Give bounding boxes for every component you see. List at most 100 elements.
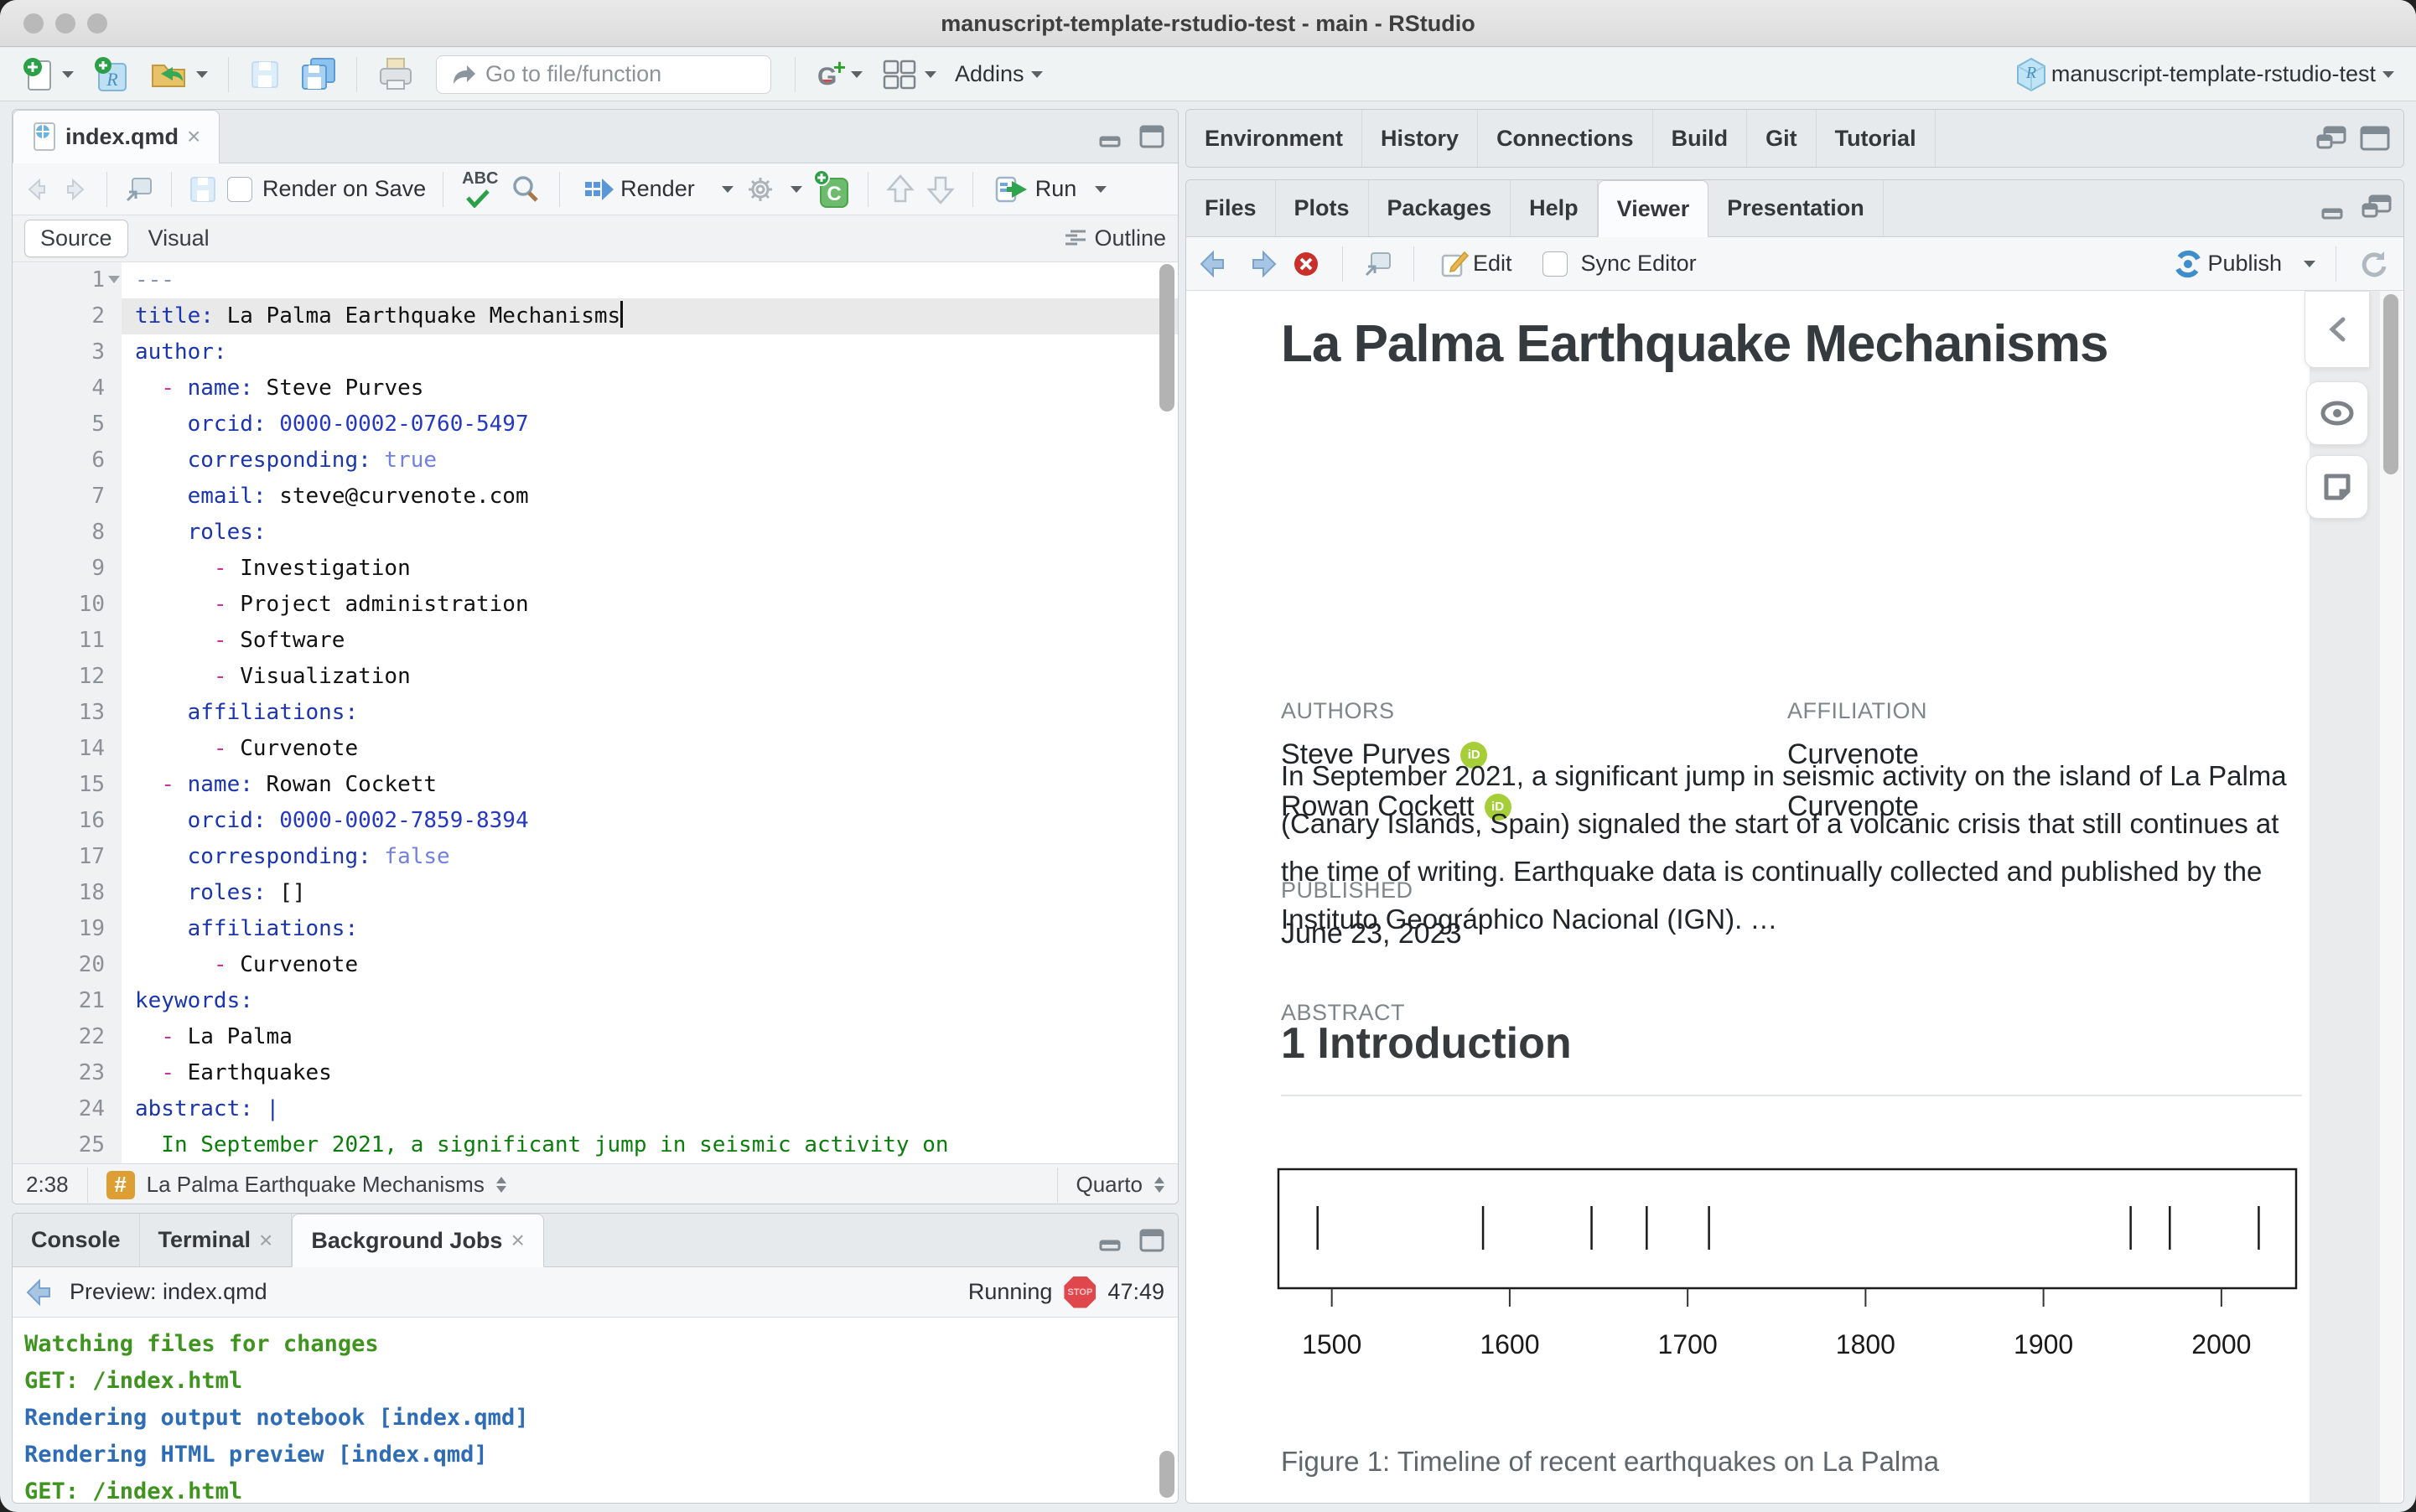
line-number[interactable]: 19 xyxy=(13,911,122,947)
render-button[interactable]: Render xyxy=(577,172,700,207)
section-selector-icon[interactable] xyxy=(496,1177,506,1193)
visual-mode-button[interactable]: Visual xyxy=(133,220,225,256)
open-file-button[interactable] xyxy=(144,54,213,96)
new-project-button[interactable]: R xyxy=(87,52,136,97)
settings-gear-icon[interactable] xyxy=(744,173,777,206)
editor-line[interactable]: 24abstract: | xyxy=(13,1091,1178,1127)
tab-connections[interactable]: Connections xyxy=(1478,110,1653,167)
editor-line[interactable]: 19 affiliations: xyxy=(13,911,1178,947)
editor-line[interactable]: 9 - Investigation xyxy=(13,551,1178,587)
viewer-forward-icon[interactable] xyxy=(1245,249,1277,279)
save-button[interactable] xyxy=(244,55,286,94)
tab-git[interactable]: Git xyxy=(1747,110,1817,167)
editor-line[interactable]: 20 - Curvenote xyxy=(13,947,1178,983)
editor-line[interactable]: 25 In September 2021, a significant jump… xyxy=(13,1127,1178,1163)
tab-tutorial[interactable]: Tutorial xyxy=(1817,110,1936,167)
tab-history[interactable]: History xyxy=(1362,110,1478,167)
editor-line[interactable]: 3author: xyxy=(13,334,1178,370)
version-control-button[interactable]: + − G xyxy=(811,54,868,95)
close-tab-icon[interactable]: × xyxy=(511,1227,524,1254)
line-number[interactable]: 2 xyxy=(13,298,122,334)
editor-line[interactable]: 21keywords: xyxy=(13,983,1178,1019)
viewer-scrollbar-thumb[interactable] xyxy=(2383,294,2398,474)
line-number[interactable]: 24 xyxy=(13,1091,122,1127)
restore-pane-icon[interactable] xyxy=(2316,124,2348,153)
close-tab-icon[interactable]: × xyxy=(187,123,200,150)
print-button[interactable] xyxy=(372,54,419,96)
line-number[interactable]: 18 xyxy=(13,875,122,911)
render-caret-icon[interactable] xyxy=(722,186,734,193)
editor-line[interactable]: 16 orcid: 0000-0002-7859-8394 xyxy=(13,803,1178,839)
publish-button[interactable]: Publish xyxy=(2167,245,2287,283)
workspace-panes-button[interactable] xyxy=(876,54,941,95)
find-icon[interactable] xyxy=(509,173,542,206)
section-breadcrumb[interactable]: La Palma Earthquake Mechanisms xyxy=(147,1172,485,1198)
line-number[interactable]: 15 xyxy=(13,767,122,803)
viewer-back-icon[interactable] xyxy=(1200,249,1231,279)
clear-viewer-icon[interactable] xyxy=(1290,248,1322,280)
minimize-pane-icon[interactable] xyxy=(1099,1228,1128,1253)
publish-caret-icon[interactable] xyxy=(2304,261,2315,267)
line-number[interactable]: 1 xyxy=(13,262,122,298)
save-all-button[interactable] xyxy=(294,54,341,96)
line-number[interactable]: 13 xyxy=(13,695,122,731)
editor-line[interactable]: 23 - Earthquakes xyxy=(13,1055,1178,1091)
line-number[interactable]: 12 xyxy=(13,659,122,695)
console-scrollbar-thumb[interactable] xyxy=(1159,1451,1174,1498)
stop-job-icon[interactable]: STOP xyxy=(1064,1276,1096,1308)
code-editor[interactable]: 1---2title: La Palma Earthquake Mechanis… xyxy=(13,262,1178,1163)
editor-line[interactable]: 22 - La Palma xyxy=(13,1019,1178,1055)
file-type-selector-icon[interactable] xyxy=(1154,1177,1164,1193)
tab-background-jobs[interactable]: Background Jobs× xyxy=(292,1214,543,1267)
back-to-jobs-icon[interactable] xyxy=(26,1277,58,1307)
editor-line[interactable]: 18 roles: [] xyxy=(13,875,1178,911)
notes-button[interactable] xyxy=(2306,455,2368,519)
maximize-pane-icon[interactable] xyxy=(2358,124,2392,153)
spellcheck-button[interactable]: ABC xyxy=(460,171,499,208)
render-on-save-checkbox[interactable] xyxy=(227,177,252,202)
sync-editor-checkbox[interactable] xyxy=(1542,251,1568,277)
insert-chunk-button[interactable]: C xyxy=(812,170,851,209)
refresh-icon[interactable] xyxy=(2356,247,2390,281)
source-mode-button[interactable]: Source xyxy=(24,220,128,257)
line-number[interactable]: 8 xyxy=(13,515,122,551)
tab-index-qmd[interactable]: index.qmd × xyxy=(13,110,220,163)
line-number[interactable]: 5 xyxy=(13,406,122,443)
back-icon[interactable] xyxy=(23,175,51,204)
viewer-popout-icon[interactable] xyxy=(1363,250,1393,278)
editor-line[interactable]: 8 roles: xyxy=(13,515,1178,551)
maximize-pane-icon[interactable] xyxy=(1138,1227,1166,1254)
tab-environment[interactable]: Environment xyxy=(1186,110,1362,167)
popout-icon[interactable] xyxy=(124,175,154,204)
editor-line[interactable]: 5 orcid: 0000-0002-0760-5497 xyxy=(13,406,1178,443)
editor-line[interactable]: 13 affiliations: xyxy=(13,695,1178,731)
tab-build[interactable]: Build xyxy=(1653,110,1748,167)
editor-line[interactable]: 17 corresponding: false xyxy=(13,839,1178,875)
new-file-button[interactable] xyxy=(17,53,79,96)
run-button[interactable]: Run xyxy=(990,171,1082,208)
line-number[interactable]: 23 xyxy=(13,1055,122,1091)
tab-console[interactable]: Console xyxy=(13,1214,140,1266)
viewer-scrollbar[interactable] xyxy=(2380,291,2402,1503)
line-number[interactable]: 17 xyxy=(13,839,122,875)
tab-plots[interactable]: Plots xyxy=(1276,180,1369,236)
maximize-pane-icon[interactable] xyxy=(1138,123,1166,150)
line-number[interactable]: 9 xyxy=(13,551,122,587)
run-previous-icon[interactable] xyxy=(885,173,915,206)
editor-line[interactable]: 14 - Curvenote xyxy=(13,731,1178,767)
goto-file-input[interactable] xyxy=(485,61,754,87)
tab-presentation[interactable]: Presentation xyxy=(1708,180,1884,236)
line-number[interactable]: 7 xyxy=(13,479,122,515)
editor-line[interactable]: 11 - Software xyxy=(13,623,1178,659)
collapse-toc-button[interactable] xyxy=(2305,291,2370,368)
line-number[interactable]: 4 xyxy=(13,370,122,406)
editor-line[interactable]: 1--- xyxy=(13,262,1178,298)
line-number[interactable]: 10 xyxy=(13,587,122,623)
save-doc-icon[interactable] xyxy=(189,175,217,204)
tab-files[interactable]: Files xyxy=(1186,180,1276,236)
line-number[interactable]: 16 xyxy=(13,803,122,839)
restore-pane-icon[interactable] xyxy=(2360,194,2392,223)
editor-scrollbar-thumb[interactable] xyxy=(1159,264,1174,412)
line-number[interactable]: 11 xyxy=(13,623,122,659)
project-menu-button[interactable]: R manuscript-template-rstudio-test xyxy=(2009,53,2399,96)
